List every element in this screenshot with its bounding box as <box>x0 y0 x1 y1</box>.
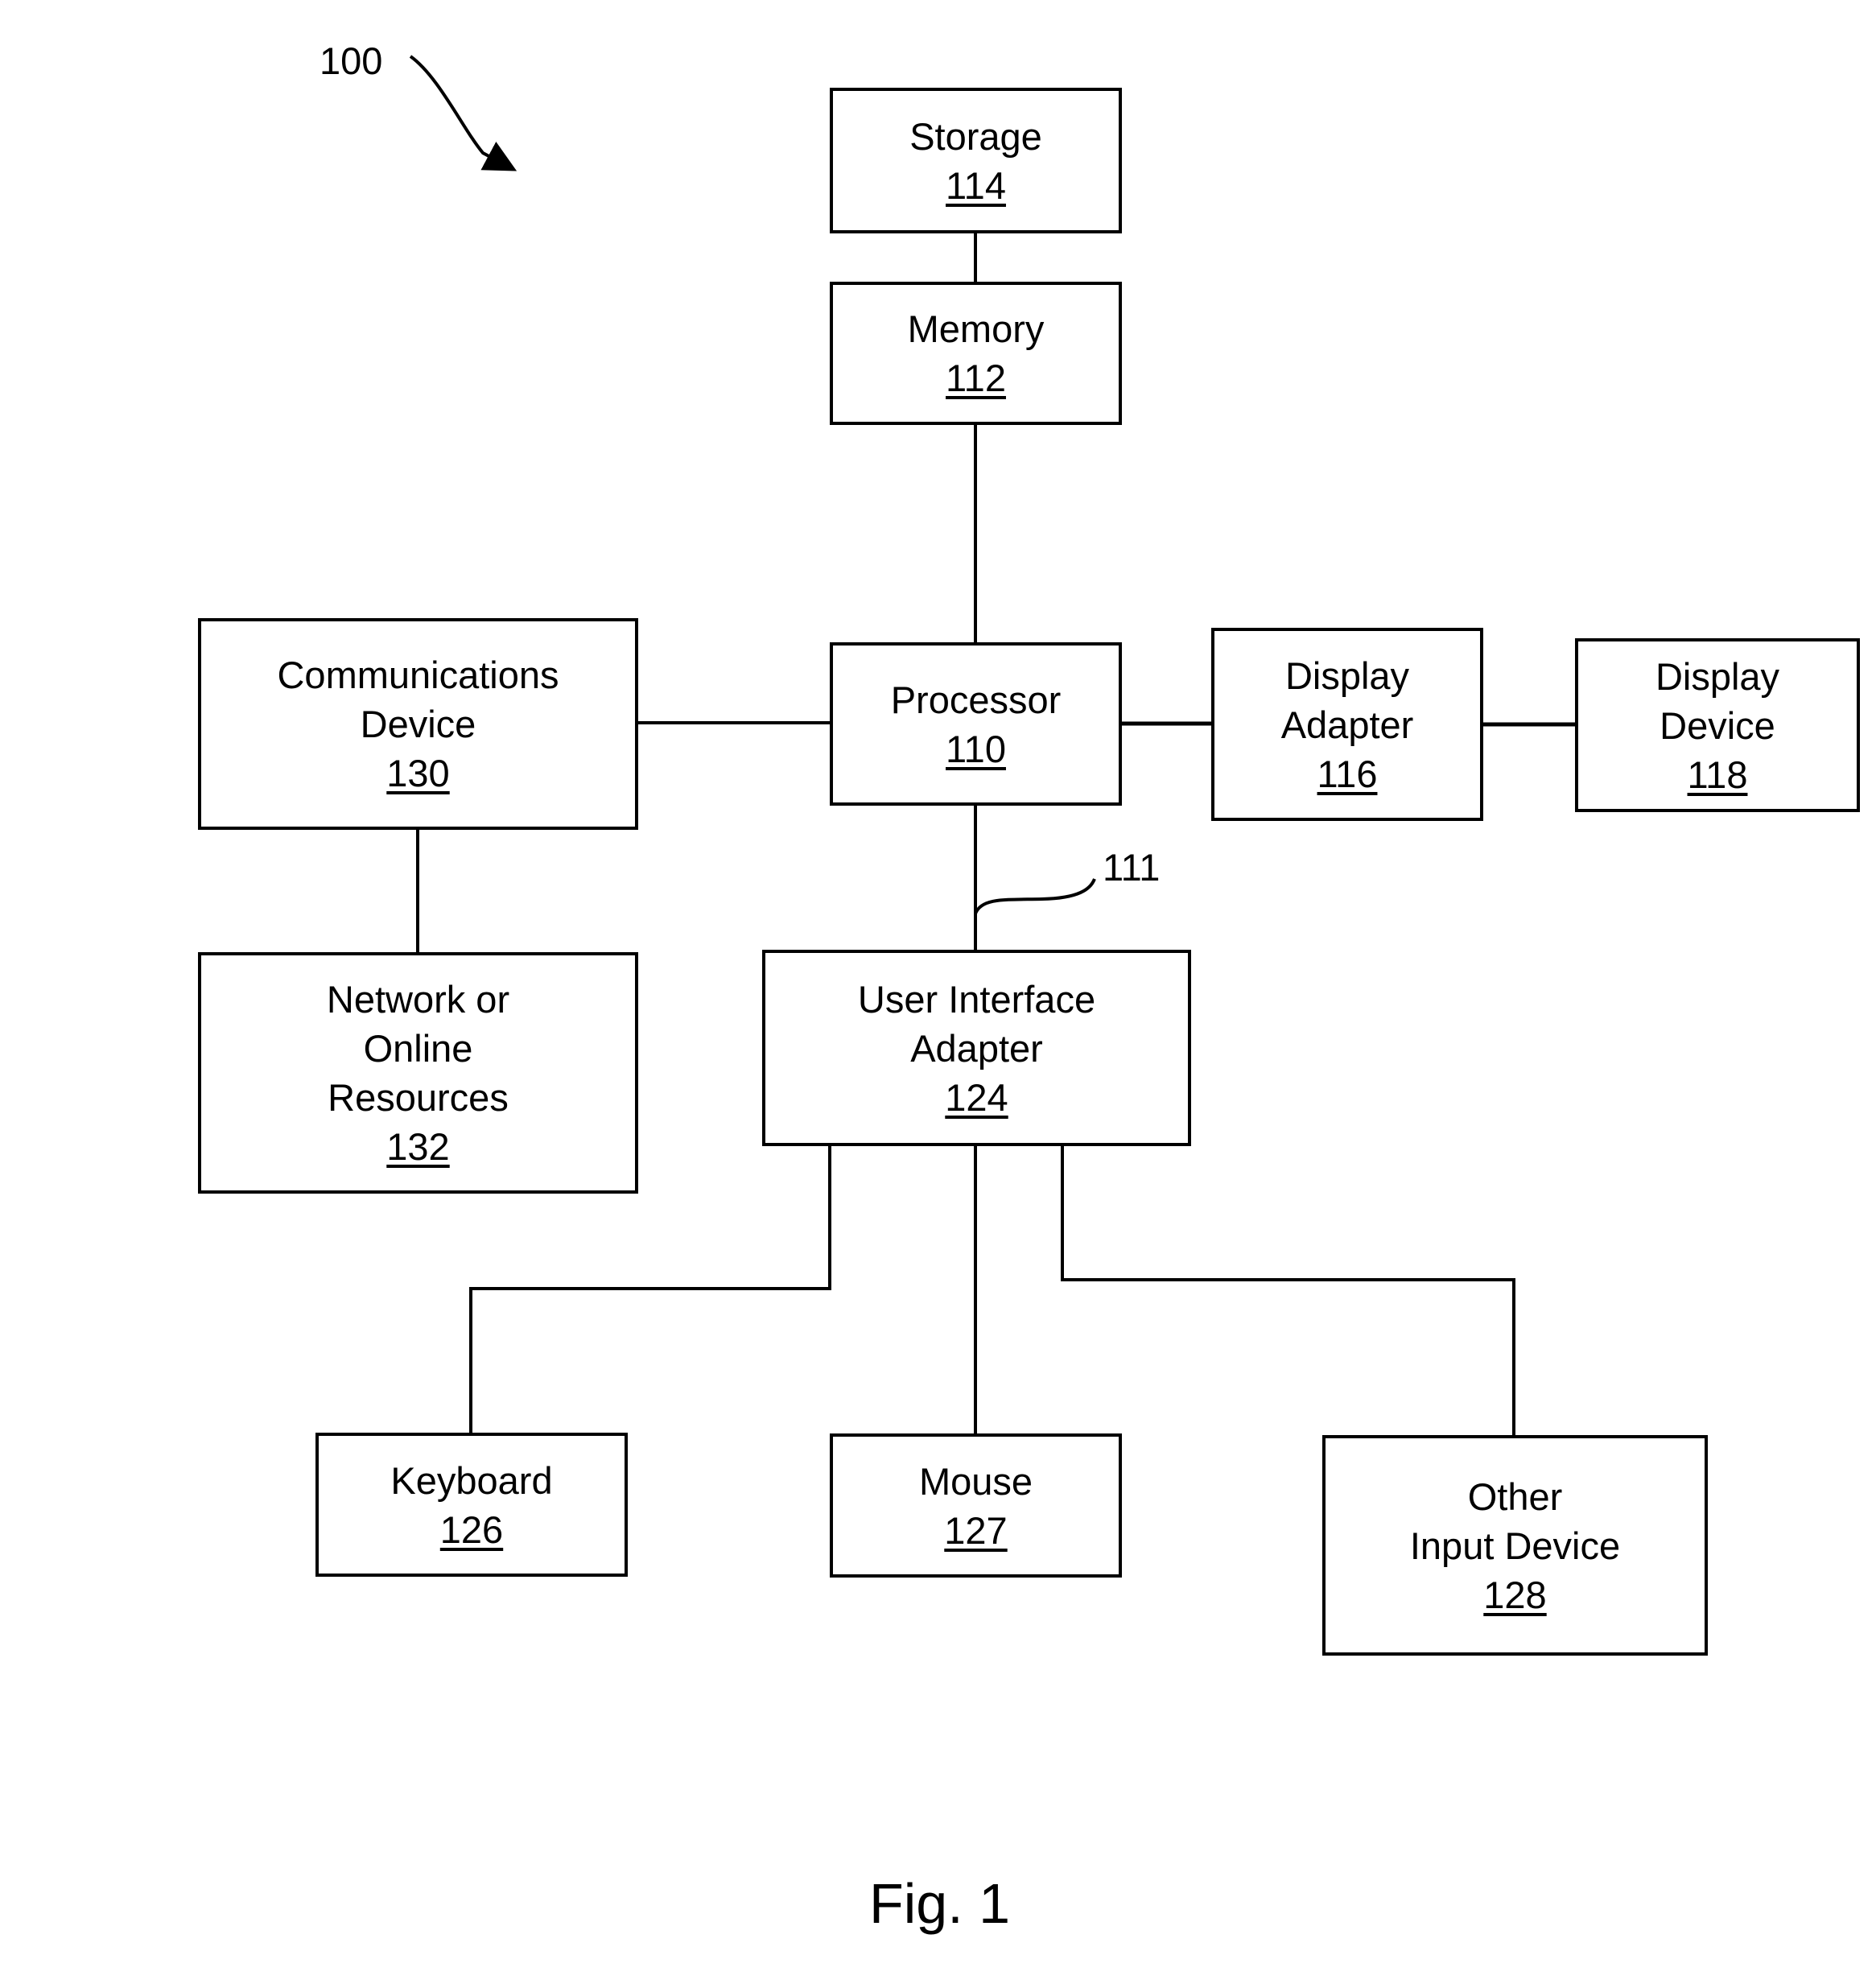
keyboard-label: Keyboard <box>390 1458 553 1502</box>
display-device-ref: 118 <box>1687 753 1748 796</box>
memory-box: Memory 112 <box>830 282 1122 425</box>
keyboard-ref: 126 <box>439 1508 504 1551</box>
connector-ui-other-input <box>1061 1146 1515 1435</box>
figure-caption: Fig. 1 <box>869 1872 1011 1935</box>
communications-device-label-line1: Communications <box>277 654 559 696</box>
memory-ref: 112 <box>946 357 1006 399</box>
network-resources-label-line1: Network or <box>326 978 510 1021</box>
processor-box: Processor 110 <box>830 642 1122 806</box>
network-resources-ref: 132 <box>386 1125 450 1168</box>
other-input-device-label-line2: Input Device <box>1409 1524 1621 1567</box>
communications-device-box: Communications Device 130 <box>198 618 638 830</box>
communications-device-label-line2: Device <box>360 703 476 745</box>
display-device-label-line2: Device <box>1660 703 1775 747</box>
mouse-ref: 127 <box>944 1508 1008 1552</box>
display-device-box: Display Device 118 <box>1575 638 1860 812</box>
other-input-device-ref: 128 <box>1483 1573 1547 1616</box>
mouse-box: Mouse 127 <box>830 1433 1122 1578</box>
system-ref-label: 100 <box>320 39 383 82</box>
other-input-device-label-line1: Other <box>1467 1475 1563 1518</box>
bus-ref-leader <box>974 878 1096 914</box>
processor-label: Processor <box>890 678 1062 721</box>
storage-label: Storage <box>909 114 1042 158</box>
keyboard-box: Keyboard 126 <box>315 1433 628 1577</box>
network-resources-label-line3: Resources <box>328 1076 509 1119</box>
memory-label: Memory <box>907 307 1045 350</box>
display-adapter-box: Display Adapter 116 <box>1211 628 1483 821</box>
display-adapter-ref: 116 <box>1317 752 1378 795</box>
network-resources-label-line2: Online <box>363 1027 473 1070</box>
storage-ref: 114 <box>946 163 1006 207</box>
user-interface-adapter-box: User Interface Adapter 124 <box>762 950 1191 1146</box>
bus-ref-label: 111 <box>1103 846 1161 889</box>
system-ref-arrow <box>409 55 517 171</box>
storage-box: Storage 114 <box>830 88 1122 233</box>
display-adapter-label-line1: Display <box>1284 654 1410 697</box>
display-adapter-label-line2: Adapter <box>1280 703 1414 746</box>
user-interface-adapter-label-line1: User Interface <box>857 977 1096 1021</box>
other-input-device-box: Other Input Device 128 <box>1322 1435 1708 1656</box>
communications-device-ref: 130 <box>386 752 450 794</box>
processor-ref: 110 <box>946 727 1006 770</box>
user-interface-adapter-ref: 124 <box>945 1075 1008 1119</box>
user-interface-adapter-label-line2: Adapter <box>910 1026 1043 1070</box>
network-resources-box: Network or Online Resources 132 <box>198 952 638 1194</box>
display-device-label-line1: Display <box>1655 654 1780 698</box>
mouse-label: Mouse <box>918 1459 1033 1503</box>
